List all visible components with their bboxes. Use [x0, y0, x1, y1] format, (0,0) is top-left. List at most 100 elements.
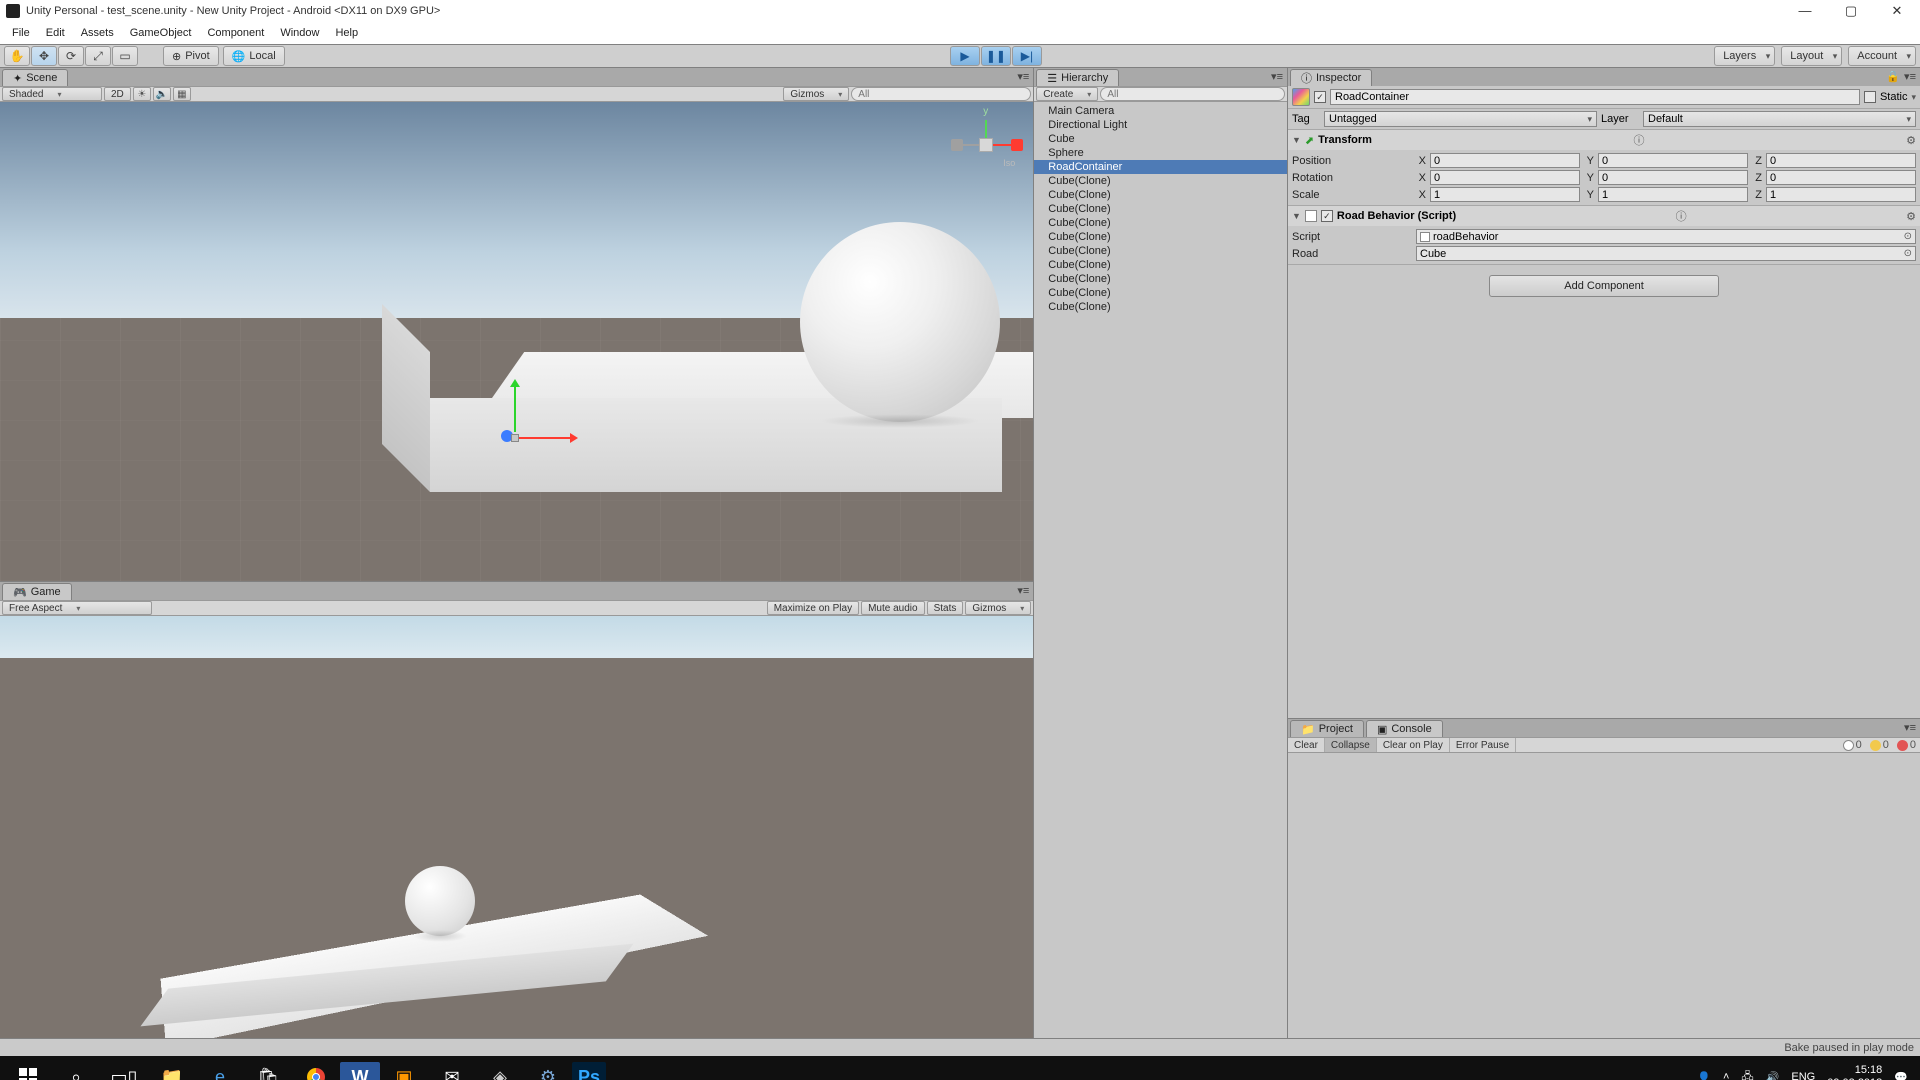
taskbar-word[interactable]: W	[340, 1062, 380, 1080]
scene-2d-toggle[interactable]: 2D	[104, 87, 131, 101]
fold-icon[interactable]: ▼	[1292, 135, 1301, 145]
menu-help[interactable]: Help	[327, 25, 366, 41]
static-dropdown-icon[interactable]: ▾	[1911, 92, 1916, 103]
taskbar-clock[interactable]: 15:18 09.03.2018	[1827, 1064, 1882, 1080]
taskbar-unity[interactable]: ◈	[476, 1057, 524, 1080]
game-gizmos-dropdown[interactable]: Gizmos	[965, 601, 1031, 615]
object-picker-icon[interactable]: ⊙	[1904, 248, 1912, 259]
console-warn-filter[interactable]: 0	[1866, 739, 1893, 751]
component-help-icon[interactable]: ⓘ	[1634, 132, 1645, 148]
scale-x-field[interactable]	[1430, 187, 1580, 202]
object-picker-icon[interactable]: ⊙	[1904, 231, 1912, 242]
volume-icon[interactable]: 🔊	[1766, 1071, 1780, 1080]
account-dropdown[interactable]: Account	[1848, 46, 1916, 66]
scale-z-field[interactable]	[1766, 187, 1916, 202]
scene-audio-toggle[interactable]: 🔈	[153, 87, 171, 101]
console-info-filter[interactable]: 0	[1839, 739, 1866, 751]
gameobject-icon[interactable]	[1292, 88, 1310, 106]
hierarchy-item[interactable]: Directional Light	[1034, 118, 1287, 132]
rotation-x-field[interactable]	[1430, 170, 1580, 185]
hierarchy-item[interactable]: Cube(Clone)	[1034, 202, 1287, 216]
start-button[interactable]	[4, 1057, 52, 1080]
hierarchy-create-dropdown[interactable]: Create	[1036, 87, 1098, 101]
menu-gameobject[interactable]: GameObject	[122, 25, 200, 41]
tool-rect-button[interactable]: ▭	[112, 46, 138, 66]
tool-move-button[interactable]: ✥	[31, 46, 57, 66]
game-tab[interactable]: 🎮Game	[2, 583, 72, 600]
console-body[interactable]	[1288, 753, 1920, 1038]
menu-window[interactable]: Window	[272, 25, 327, 41]
fold-icon[interactable]: ▼	[1292, 211, 1301, 221]
static-checkbox[interactable]	[1864, 91, 1876, 103]
taskbar-mail[interactable]: ✉	[428, 1057, 476, 1080]
inspector-tab[interactable]: ⓘInspector	[1290, 69, 1372, 86]
window-minimize-button[interactable]: —	[1782, 0, 1828, 22]
hierarchy-item[interactable]: Main Camera	[1034, 104, 1287, 118]
hierarchy-search-input[interactable]	[1100, 87, 1285, 101]
system-tray[interactable]: 👤 ˄ 🖧 🔊 ENG 15:18 09.03.2018 💬	[1689, 1064, 1916, 1080]
hierarchy-item[interactable]: Cube(Clone)	[1034, 300, 1287, 314]
scene-lighting-toggle[interactable]: ☀	[133, 87, 151, 101]
action-center-icon[interactable]: 💬	[1894, 1071, 1908, 1080]
scene-fx-toggle[interactable]: ▦	[173, 87, 191, 101]
panel-menu-icon[interactable]: ▾≡	[1017, 584, 1029, 597]
taskview-button[interactable]: ▭▯	[100, 1057, 148, 1080]
hierarchy-item[interactable]: Cube(Clone)	[1034, 258, 1287, 272]
scene-shading-dropdown[interactable]: Shaded	[2, 87, 102, 101]
road-field-value[interactable]: Cube⊙	[1416, 246, 1916, 261]
hierarchy-item[interactable]: Sphere	[1034, 146, 1287, 160]
panel-menu-icon[interactable]: ▾≡	[1017, 70, 1029, 83]
game-stats-toggle[interactable]: Stats	[927, 601, 964, 615]
rotation-z-field[interactable]	[1766, 170, 1916, 185]
component-gear-icon[interactable]: ⚙	[1906, 210, 1916, 223]
scene-gizmos-dropdown[interactable]: Gizmos	[783, 87, 849, 101]
position-z-field[interactable]	[1766, 153, 1916, 168]
panel-menu-icon[interactable]: ▾≡	[1904, 70, 1916, 83]
hierarchy-item[interactable]: Cube(Clone)	[1034, 244, 1287, 258]
taskbar-chrome[interactable]	[292, 1057, 340, 1080]
menu-file[interactable]: File	[4, 25, 38, 41]
people-icon[interactable]: 👤	[1697, 1071, 1711, 1080]
hierarchy-item[interactable]: Cube(Clone)	[1034, 188, 1287, 202]
tag-dropdown[interactable]: Untagged	[1324, 111, 1597, 127]
scene-tab[interactable]: ✦Scene	[2, 69, 68, 86]
scene-viewport[interactable]: y Iso	[0, 102, 1033, 581]
hierarchy-item[interactable]: RoadContainer	[1034, 160, 1287, 174]
layout-dropdown[interactable]: Layout	[1781, 46, 1842, 66]
layers-dropdown[interactable]: Layers	[1714, 46, 1775, 66]
pivot-toggle[interactable]: ⊕Pivot	[163, 46, 219, 66]
gizmo-x-axis[interactable]	[515, 437, 575, 439]
pause-button[interactable]: ❚❚	[981, 46, 1011, 66]
add-component-button[interactable]: Add Component	[1489, 275, 1719, 297]
menu-edit[interactable]: Edit	[38, 25, 73, 41]
hierarchy-item[interactable]: Cube(Clone)	[1034, 230, 1287, 244]
taskbar-explorer[interactable]: 📁	[148, 1057, 196, 1080]
gizmo-y-axis[interactable]	[514, 382, 516, 432]
hierarchy-item[interactable]: Cube(Clone)	[1034, 272, 1287, 286]
console-collapse-toggle[interactable]: Collapse	[1325, 738, 1377, 752]
taskbar-app1[interactable]: ⚙	[524, 1057, 572, 1080]
console-clearonplay-toggle[interactable]: Clear on Play	[1377, 738, 1450, 752]
taskbar-edge[interactable]: e	[196, 1057, 244, 1080]
step-button[interactable]: ▶|	[1012, 46, 1042, 66]
local-toggle[interactable]: 🌐Local	[223, 46, 285, 66]
scale-y-field[interactable]	[1598, 187, 1748, 202]
component-enabled-checkbox[interactable]	[1321, 210, 1333, 222]
component-gear-icon[interactable]: ⚙	[1906, 134, 1916, 147]
panel-menu-icon[interactable]: ▾≡	[1904, 721, 1916, 734]
tray-chevron-icon[interactable]: ˄	[1723, 1071, 1729, 1080]
tool-rotate-button[interactable]: ⟳	[58, 46, 84, 66]
rotation-y-field[interactable]	[1598, 170, 1748, 185]
gameobject-name-field[interactable]	[1330, 89, 1860, 105]
hierarchy-body[interactable]: Main CameraDirectional LightCubeSphereRo…	[1034, 102, 1287, 1038]
panel-menu-icon[interactable]: ▾≡	[1271, 70, 1283, 83]
panel-lock-icon[interactable]: 🔒	[1886, 70, 1900, 83]
script-field-value[interactable]: roadBehavior⊙	[1416, 229, 1916, 244]
taskbar-store[interactable]: 🛍	[244, 1057, 292, 1080]
taskbar-sublime[interactable]: ▣	[380, 1057, 428, 1080]
play-button[interactable]: ▶	[950, 46, 980, 66]
console-clear-button[interactable]: Clear	[1288, 738, 1325, 752]
project-tab[interactable]: 📁Project	[1290, 720, 1364, 737]
hierarchy-item[interactable]: Cube(Clone)	[1034, 216, 1287, 230]
layer-dropdown[interactable]: Default	[1643, 111, 1916, 127]
